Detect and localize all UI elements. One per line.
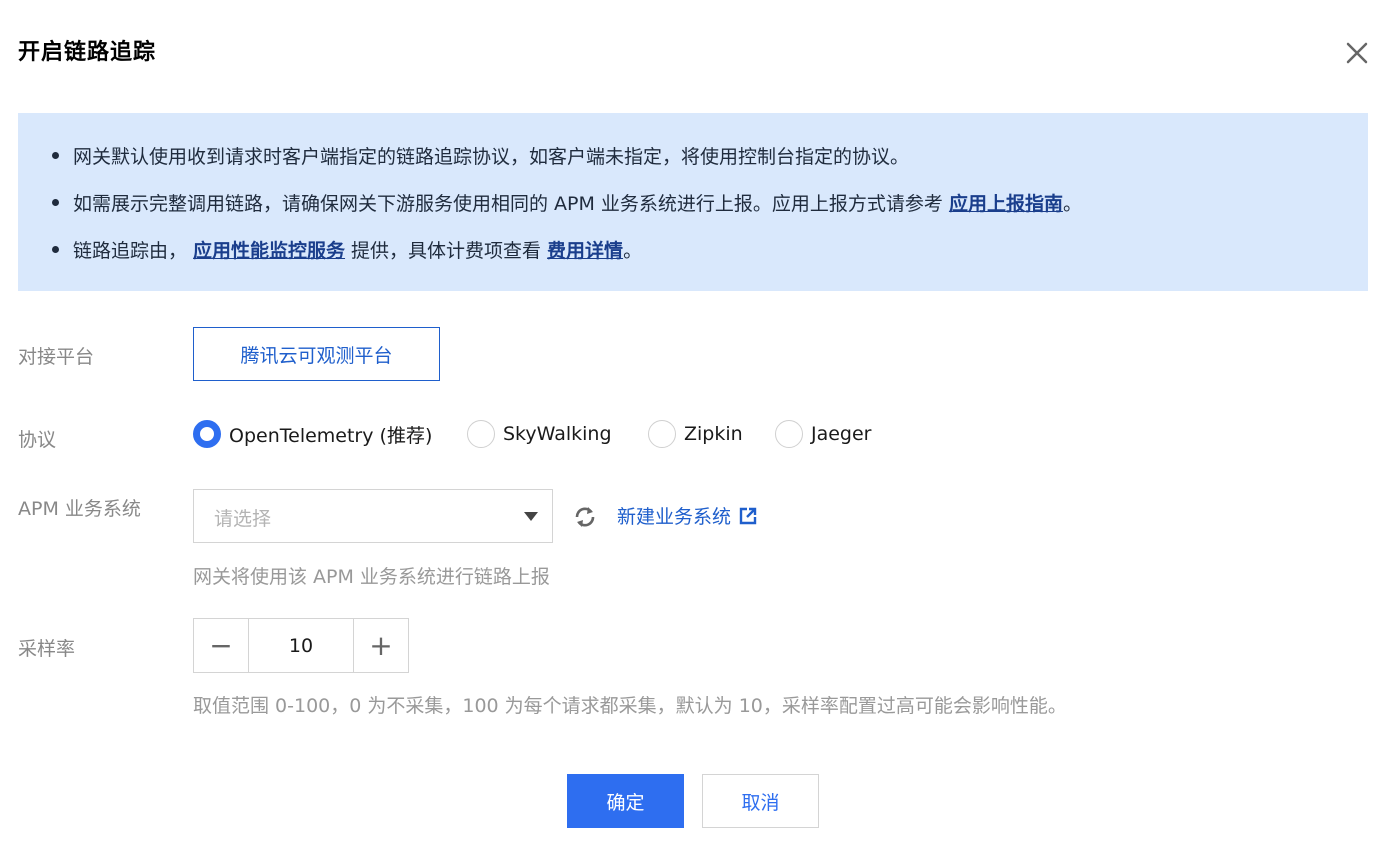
confirm-button[interactable]: 确定 [567, 774, 684, 828]
bullet-icon [52, 199, 59, 206]
protocol-radio-jaeger[interactable]: Jaeger [775, 420, 872, 448]
sampling-hint: 取值范围 0-100，0 为不采集，100 为每个请求都采集，默认为 10，采样… [193, 695, 1067, 717]
bullet-icon [52, 246, 59, 253]
dialog-title: 开启链路追踪 [18, 40, 157, 65]
close-icon[interactable] [1342, 38, 1372, 68]
apm-service-link[interactable]: 应用性能监控服务 [193, 236, 345, 263]
notice-item: 链路追踪由， 应用性能监控服务 提供，具体计费项查看 费用详情 。 [52, 236, 642, 263]
cancel-button[interactable]: 取消 [702, 774, 819, 828]
protocol-radio-zipkin[interactable]: Zipkin [648, 420, 743, 448]
refresh-icon[interactable] [571, 503, 599, 531]
platform-label: 对接平台 [18, 346, 95, 368]
sampling-value-input[interactable]: 10 [248, 619, 354, 672]
protocol-radio-skywalking[interactable]: SkyWalking [467, 420, 612, 448]
apm-hint: 网关将使用该 APM 业务系统进行链路上报 [193, 566, 550, 588]
new-business-system-link[interactable]: 新建业务系统 [617, 502, 757, 529]
radio-selected-icon [193, 420, 221, 448]
caret-down-icon [524, 512, 538, 521]
notice-item: 网关默认使用收到请求时客户端指定的链路追踪协议，如客户端未指定，将使用控制台指定… [52, 142, 909, 169]
billing-details-link[interactable]: 费用详情 [547, 236, 623, 263]
apm-label: APM 业务系统 [18, 498, 141, 520]
bullet-icon [52, 152, 59, 159]
decrement-button[interactable]: − [194, 619, 248, 672]
sampling-stepper: − 10 + [193, 618, 409, 673]
sampling-label: 采样率 [18, 638, 76, 660]
radio-icon [648, 420, 676, 448]
radio-icon [467, 420, 495, 448]
report-guide-link[interactable]: 应用上报指南 [949, 189, 1063, 216]
platform-option-button[interactable]: 腾讯云可观测平台 [193, 327, 440, 381]
external-link-icon [739, 507, 757, 524]
increment-button[interactable]: + [354, 619, 408, 672]
protocol-label: 协议 [18, 429, 57, 451]
notice-item: 如需展示完整调用链路，请确保网关下游服务使用相同的 APM 业务系统进行上报。应… [52, 189, 1082, 216]
protocol-radio-opentelemetry[interactable]: OpenTelemetry (推荐) [193, 420, 432, 448]
select-placeholder: 请选择 [214, 508, 272, 530]
radio-icon [775, 420, 803, 448]
apm-system-select[interactable]: 请选择 [193, 489, 553, 543]
